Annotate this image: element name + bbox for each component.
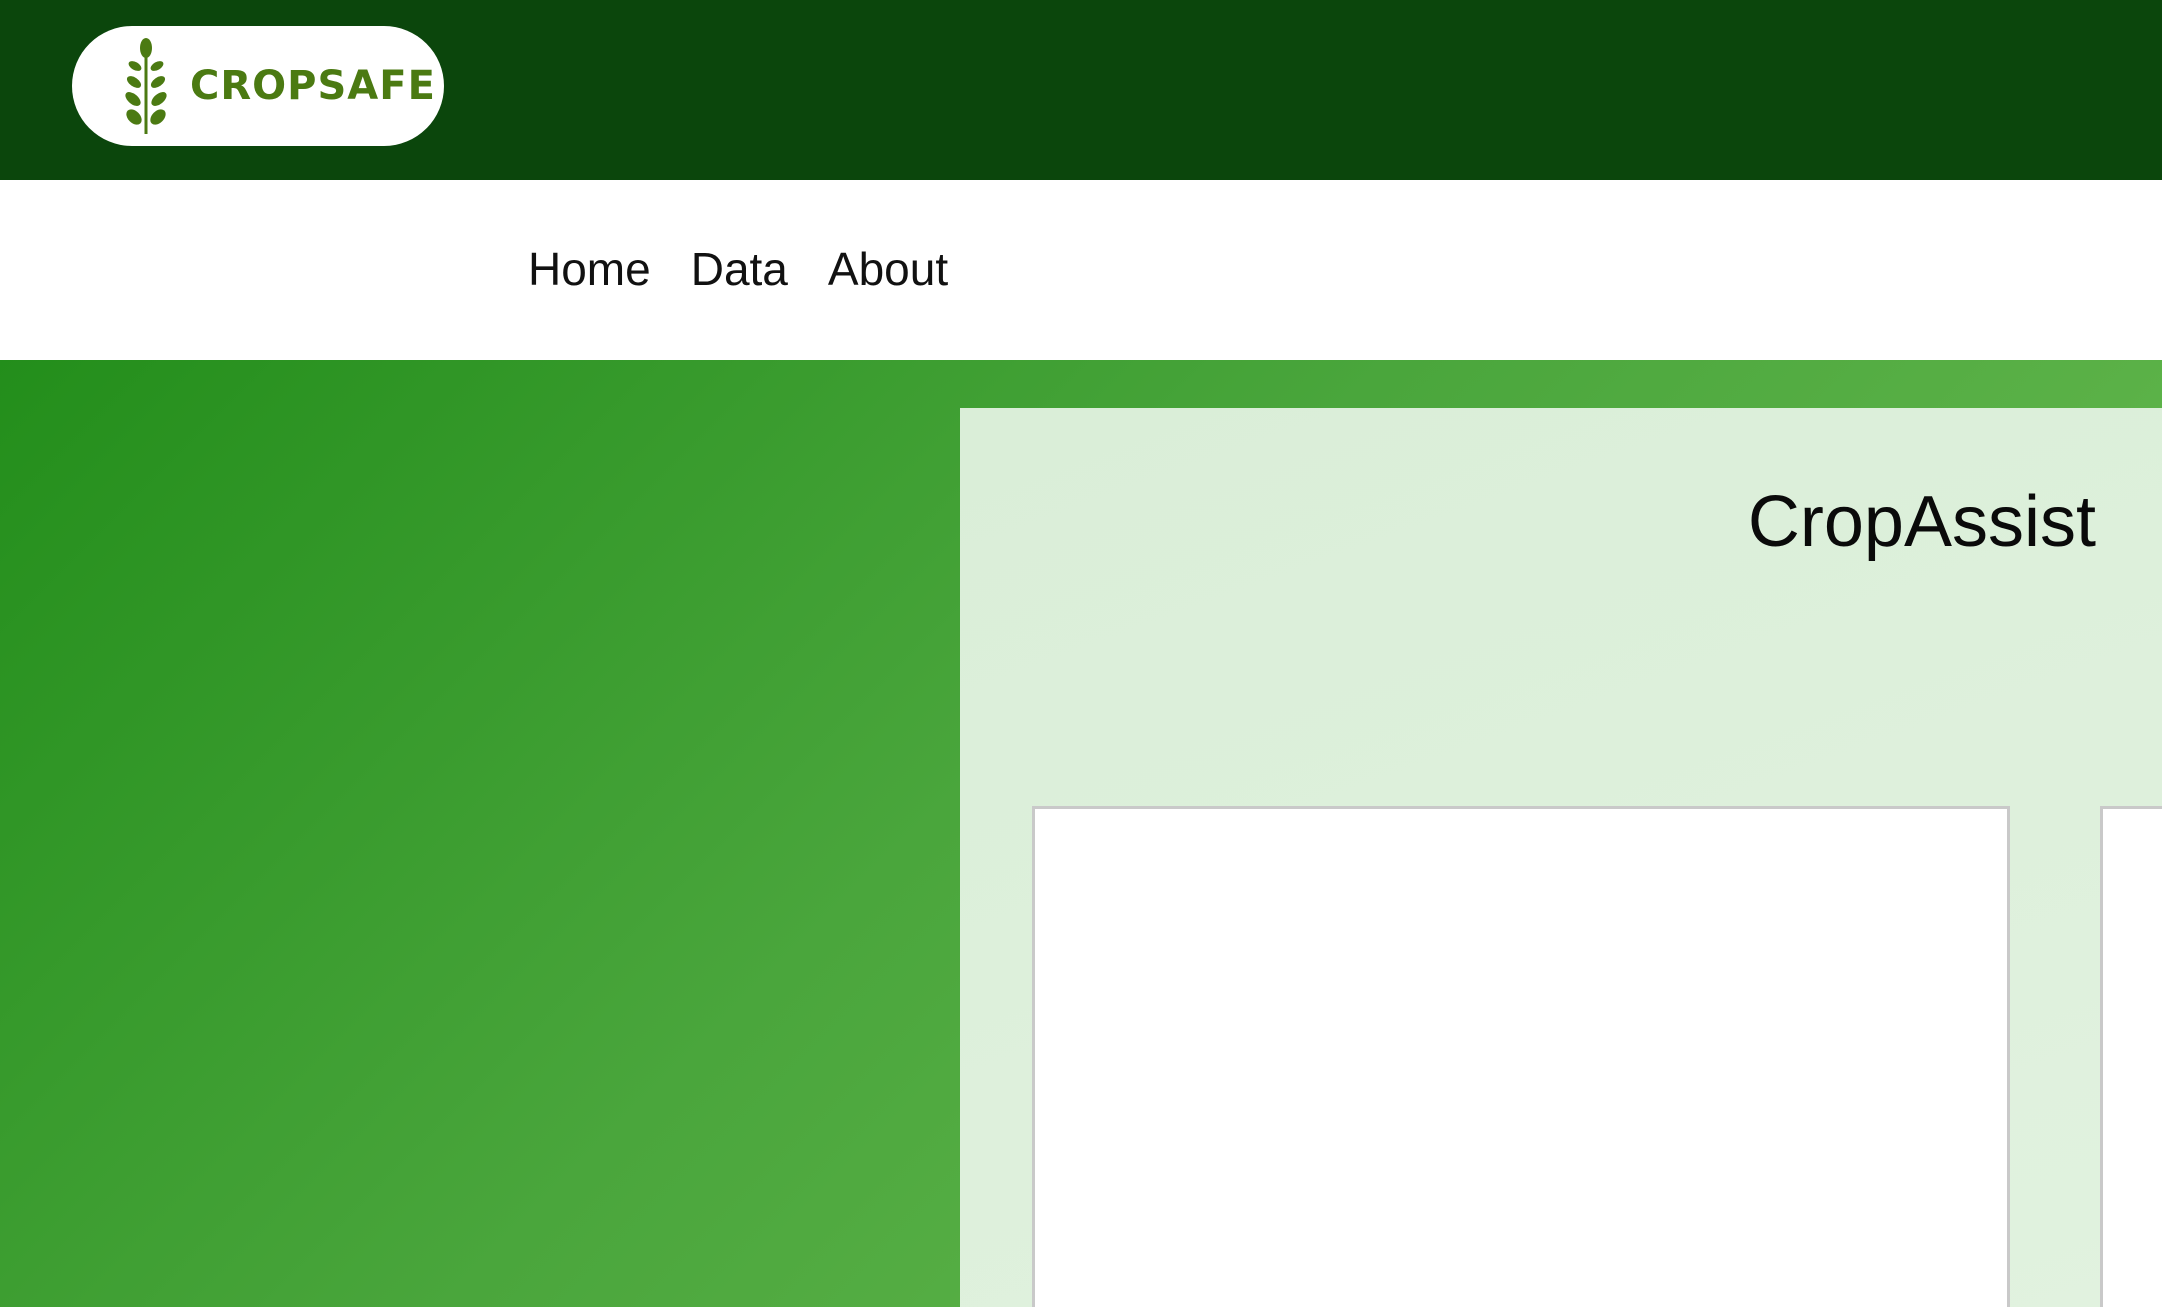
content-card bbox=[1032, 806, 2010, 1307]
brand-logo[interactable]: CROPSAFE bbox=[72, 26, 444, 146]
brand-name: CROPSAFE bbox=[190, 63, 436, 109]
content-panel: CropAssist bbox=[960, 408, 2162, 1307]
nav-about-link[interactable]: About bbox=[828, 242, 948, 296]
nav-links: Home Data About bbox=[528, 242, 948, 296]
page-title: CropAssist bbox=[1747, 482, 2096, 562]
nav-home-link[interactable]: Home bbox=[528, 242, 651, 296]
top-header: CROPSAFE bbox=[0, 0, 2162, 180]
nav-data-link[interactable]: Data bbox=[691, 242, 788, 296]
wheat-icon bbox=[125, 38, 167, 134]
hero-section: CropAssist bbox=[0, 360, 2162, 1307]
content-card bbox=[2100, 806, 2162, 1307]
main-nav: Home Data About bbox=[0, 180, 2162, 360]
